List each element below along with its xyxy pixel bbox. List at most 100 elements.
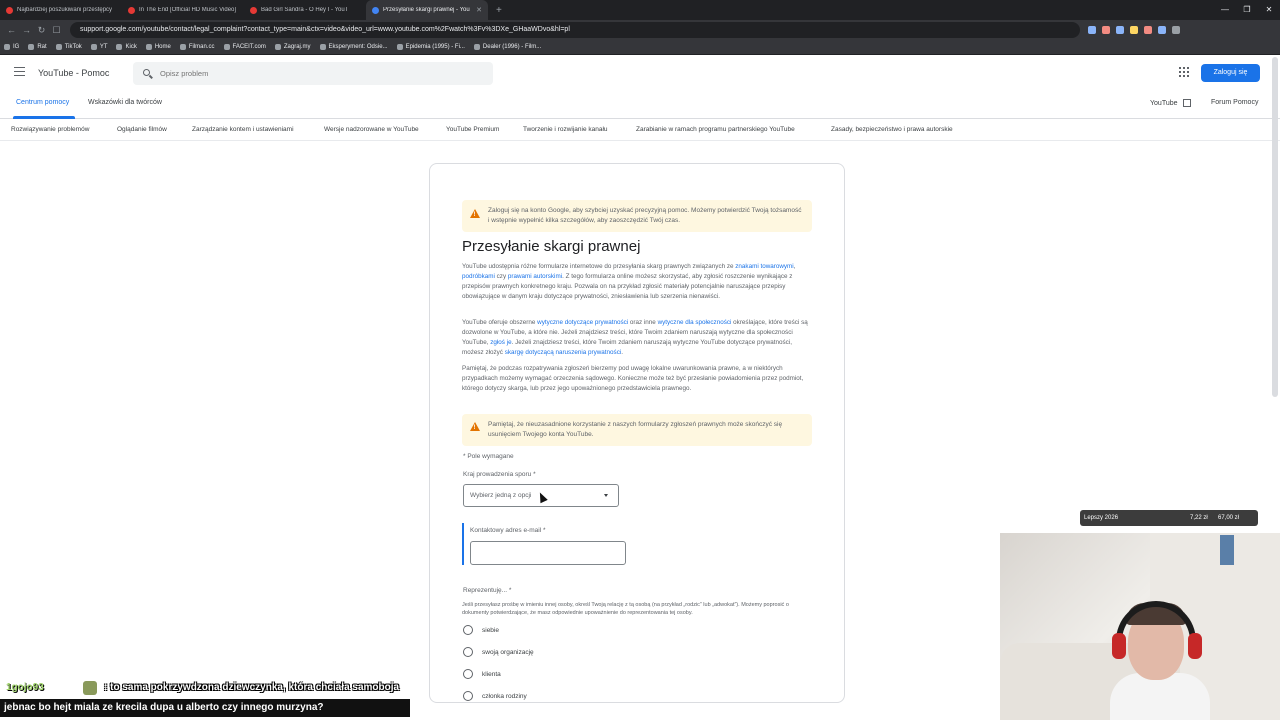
warning-icon: [470, 209, 480, 220]
url-field[interactable]: support.google.com/youtube/contact/legal…: [70, 22, 1080, 38]
radio-button[interactable]: [463, 691, 473, 701]
login-button[interactable]: Zaloguj się: [1201, 64, 1260, 82]
bookmark-item[interactable]: FACEIT.com: [223, 44, 266, 50]
bookmark-item[interactable]: Epidemia (1995) - Fi...: [396, 44, 465, 50]
bookmark-item[interactable]: YT: [90, 44, 107, 50]
forward-icon[interactable]: →: [19, 25, 34, 35]
trademarks-link[interactable]: znakami towarowymi: [735, 263, 793, 270]
hamburger-menu-icon[interactable]: [14, 67, 25, 76]
bookmark-favicon-icon: [319, 44, 326, 50]
bookmark-item[interactable]: Home: [145, 44, 171, 50]
youtube-favicon-icon: [250, 6, 257, 14]
category-link[interactable]: YouTube Premium: [446, 126, 499, 133]
extension-icon[interactable]: [1144, 26, 1152, 34]
tab-creator-tips[interactable]: Wskazówki dla twórców: [88, 99, 162, 106]
bookmark-favicon-icon: [396, 44, 403, 50]
privacy-guidelines-link[interactable]: wytyczne dotyczące prywatności: [537, 319, 628, 326]
bookmark-favicon-icon: [473, 44, 480, 50]
search-box[interactable]: [133, 62, 493, 85]
bookmark-item[interactable]: Rat: [28, 44, 47, 50]
extension-icon[interactable]: [1130, 26, 1138, 34]
category-link[interactable]: Zarządzanie kontem i ustawieniami: [192, 126, 294, 133]
bookmark-item[interactable]: Dealer (1996) - Film...: [473, 44, 541, 50]
close-tab-icon[interactable]: ✕: [476, 6, 482, 14]
extension-icon[interactable]: [1088, 26, 1096, 34]
category-navigation: Rozwiązywanie problemów Oglądanie filmów…: [0, 119, 1280, 141]
radio-option[interactable]: swoją organizację: [463, 647, 534, 657]
bookmark-favicon-icon: [90, 44, 97, 50]
bookmarks-bar: IG Rat TikTok YT Kick Home Filman.cc FAC…: [0, 40, 1280, 55]
signin-alert: Zaloguj się na konto Google, aby szybcie…: [462, 200, 812, 232]
open-in-new-icon: [1182, 99, 1191, 107]
radio-button[interactable]: [463, 647, 473, 657]
back-icon[interactable]: ←: [4, 25, 19, 35]
reload-icon[interactable]: ↻: [34, 25, 49, 36]
search-input[interactable]: [160, 62, 480, 85]
radio-button[interactable]: [463, 669, 473, 679]
webcam-feed: [1000, 533, 1280, 720]
counterfeit-link[interactable]: podróbkami: [462, 273, 495, 280]
new-tab-button[interactable]: +: [488, 5, 510, 16]
category-link[interactable]: Zarabianie w ramach programu partnerskie…: [636, 126, 795, 133]
help-title[interactable]: YouTube - Pomoc: [38, 68, 109, 78]
represent-label: Reprezentuję... *: [463, 587, 512, 594]
page-scrollbar[interactable]: [1272, 57, 1278, 397]
browser-tab[interactable]: Najbardziej poszukiwani przestępcy: [0, 0, 122, 20]
category-link[interactable]: Tworzenie i rozwijanie kanału: [523, 126, 608, 133]
tab-help-center[interactable]: Centrum pomocy: [16, 99, 69, 106]
radio-option[interactable]: siebie: [463, 625, 499, 635]
radio-option[interactable]: członka rodziny: [463, 691, 527, 701]
bookmark-favicon-icon: [28, 44, 35, 50]
bookmark-item[interactable]: Filman.cc: [179, 44, 215, 50]
restore-icon[interactable]: ❐: [1236, 0, 1258, 20]
google-favicon-icon: [372, 6, 379, 14]
bookmark-item[interactable]: IG: [4, 44, 19, 50]
close-window-icon[interactable]: ✕: [1258, 0, 1280, 20]
community-guidelines-link[interactable]: wytyczne dla społeczności: [658, 319, 732, 326]
radio-option[interactable]: klienta: [463, 669, 501, 679]
represent-hint: Jeśli przesyłasz prośbę w imieniu innej …: [462, 602, 789, 616]
youtube-link[interactable]: YouTube: [1150, 99, 1191, 107]
bookmark-favicon-icon: [116, 44, 123, 50]
stream-chat-message: 1gojo93 : to sama pokrzywdzona dziewczyn…: [0, 679, 460, 697]
extension-icon[interactable]: [1158, 26, 1166, 34]
warning-alert: Pamiętaj, że nieuzasadnione korzystanie …: [462, 414, 812, 446]
category-link[interactable]: Oglądanie filmów: [117, 126, 167, 133]
category-link[interactable]: Rozwiązywanie problemów: [11, 126, 89, 133]
forum-link[interactable]: Forum Pomocy: [1211, 99, 1258, 106]
bookmark-item[interactable]: Kick: [116, 44, 137, 50]
browser-tab-strip: Najbardziej poszukiwani przestępcy In Th…: [0, 0, 1280, 20]
bookmark-favicon-icon: [145, 44, 152, 50]
bookmark-item[interactable]: Eksperyment: Odsie...: [319, 44, 388, 50]
browser-tab[interactable]: In The End [Official HD Music Video]: [122, 0, 244, 20]
stream-goal-bar: Lepszy 2026 7,22 zł 67,00 zł: [1080, 510, 1258, 526]
browser-tab[interactable]: Bad Girl Sandra - O Hey I - YouT: [244, 0, 366, 20]
intro-paragraph: YouTube udostępnia różne formularze inte…: [462, 263, 796, 300]
email-field[interactable]: [470, 541, 626, 565]
browser-tab-active[interactable]: Przesyłanie skargi prawnej - You ✕: [366, 0, 488, 20]
warning-icon: [470, 422, 480, 433]
bookmark-item[interactable]: TikTok: [55, 44, 82, 50]
copyright-link[interactable]: prawami autorskimi: [508, 273, 562, 280]
legal-note-paragraph: Pamiętaj, że podczas rozpatrywania zgłos…: [462, 365, 804, 392]
extension-icons: [1088, 26, 1180, 34]
privacy-complaint-link[interactable]: skargę dotyczącą naruszenia prywatności: [505, 349, 622, 356]
bookmark-favicon-icon: [55, 44, 62, 50]
report-link[interactable]: zgłoś je: [490, 339, 511, 346]
chat-text-continued: jebnac bo hejt miala ze krecila dupa u a…: [0, 699, 410, 717]
bookmark-favicon-icon: [223, 44, 230, 50]
dropdown-arrow-icon: [604, 494, 608, 497]
category-link[interactable]: Zasady, bezpieczeństwo i prawa autorskie: [831, 126, 953, 133]
bookmark-icon[interactable]: ☐: [49, 25, 64, 36]
category-link[interactable]: Wersje nadzorowane w YouTube: [324, 126, 419, 133]
extension-icon[interactable]: [1172, 26, 1180, 34]
window-controls: — ❐ ✕: [1214, 0, 1280, 20]
extension-icon[interactable]: [1102, 26, 1110, 34]
apps-grid-icon[interactable]: [1179, 67, 1189, 77]
radio-button[interactable]: [463, 625, 473, 635]
bookmark-item[interactable]: Zagraj.my: [274, 44, 311, 50]
extension-icon[interactable]: [1116, 26, 1124, 34]
minimize-icon[interactable]: —: [1214, 0, 1236, 20]
address-bar-row: ← → ↻ ☐ support.google.com/youtube/conta…: [0, 20, 1280, 40]
bookmark-favicon-icon: [4, 44, 10, 50]
